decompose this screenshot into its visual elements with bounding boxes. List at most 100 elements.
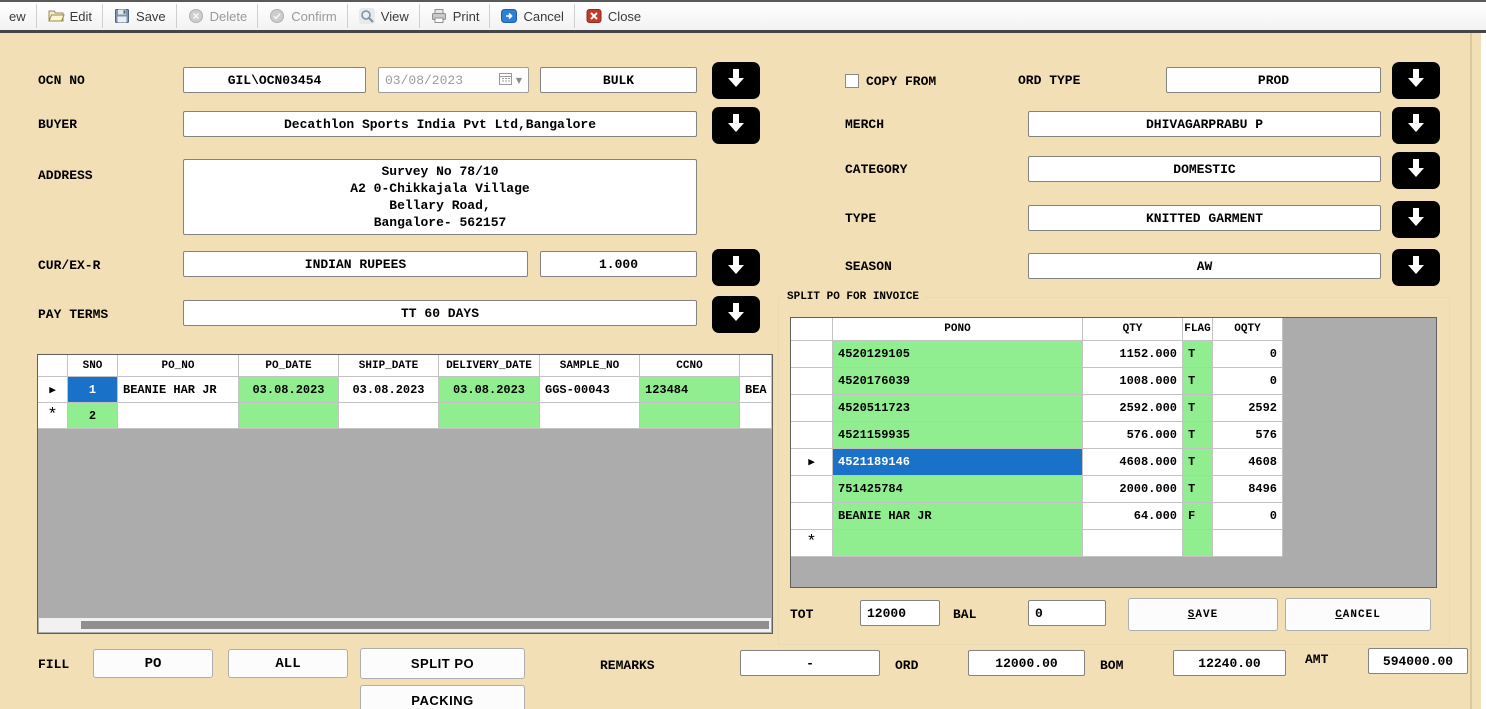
all-button[interactable]: ALL	[228, 649, 348, 678]
split-po-grid-cell-qty[interactable]: 4608.000	[1083, 449, 1183, 476]
split-po-grid-cell-qty[interactable]	[1083, 530, 1183, 557]
currency-input[interactable]: INDIAN RUPEES	[183, 251, 528, 277]
split-po-grid-cell-flag[interactable]	[1183, 530, 1213, 557]
split-po-grid-header-qty[interactable]: QTY	[1083, 318, 1183, 341]
po-grid-hscrollbar[interactable]	[39, 618, 771, 632]
split-po-grid-cell-pono[interactable]: 4520511723	[833, 395, 1083, 422]
split-po-grid-cell-flag[interactable]: T	[1183, 368, 1213, 395]
ord-input[interactable]: 12000.00	[968, 650, 1085, 676]
po-grid-cell-sample_no[interactable]	[540, 403, 640, 429]
type-input[interactable]: KNITTED GARMENT	[1028, 205, 1381, 231]
pay-terms-dropdown-button[interactable]	[712, 296, 760, 333]
split-po-grid-cell-oqty[interactable]: 8496	[1213, 476, 1283, 503]
confirm-button[interactable]: Confirm	[259, 3, 346, 29]
edit-button[interactable]: Edit	[38, 3, 101, 29]
split-po-grid-cell-oqty[interactable]: 4608	[1213, 449, 1283, 476]
split-po-grid-header-oqty[interactable]: OQTY	[1213, 318, 1283, 341]
split-po-grid-cell-selector[interactable]	[791, 422, 833, 449]
split-po-grid-cell-qty[interactable]: 576.000	[1083, 422, 1183, 449]
ord-type-dropdown-button[interactable]	[1392, 62, 1440, 99]
split-po-grid-cell-flag[interactable]: T	[1183, 422, 1213, 449]
po-grid-header-sample_no[interactable]: SAMPLE_NO	[540, 355, 640, 377]
split-po-grid-cell-flag[interactable]: F	[1183, 503, 1213, 530]
split-po-grid-cell-oqty[interactable]: 0	[1213, 503, 1283, 530]
buyer-dropdown-button[interactable]	[712, 107, 760, 144]
split-po-grid-header-pono[interactable]: PONO	[833, 318, 1083, 341]
po-grid-header-po_date[interactable]: PO_DATE	[239, 355, 339, 377]
view-button[interactable]: View	[349, 3, 418, 29]
close-button[interactable]: Close	[576, 3, 650, 29]
split-po-grid-cell-pono[interactable]: 751425784	[833, 476, 1083, 503]
print-button[interactable]: Print	[421, 3, 489, 29]
split-po-grid-cell-qty[interactable]: 2000.000	[1083, 476, 1183, 503]
split-po-grid-header-flag[interactable]: FLAG	[1183, 318, 1213, 341]
chevron-down-icon[interactable]: ▼	[516, 76, 522, 85]
split-po-grid-cell-qty[interactable]: 2592.000	[1083, 395, 1183, 422]
split-po-grid-cell-flag[interactable]: T	[1183, 395, 1213, 422]
split-po-grid-cell-selector[interactable]	[791, 368, 833, 395]
po-grid-cell-ccno[interactable]	[640, 403, 740, 429]
po-grid-header-sno[interactable]: SNO	[68, 355, 118, 377]
split-po-grid-cell-pono[interactable]: 4520176039	[833, 368, 1083, 395]
type-dropdown-button[interactable]	[1392, 201, 1440, 238]
buyer-input[interactable]: Decathlon Sports India Pvt Ltd,Bangalore	[183, 111, 697, 137]
po-grid-cell-ship_date[interactable]: 03.08.2023	[339, 377, 439, 403]
split-po-grid-cell-pono[interactable]: BEANIE HAR JR	[833, 503, 1083, 530]
split-po-grid-cell-oqty[interactable]	[1213, 530, 1283, 557]
po-grid-cell-selector[interactable]: ▶	[38, 377, 68, 403]
split-po-grid-cell-selector[interactable]	[791, 503, 833, 530]
season-input[interactable]: AW	[1028, 253, 1381, 279]
split-po-grid-cell-pono[interactable]: 4520129105	[833, 341, 1083, 368]
ocn-date-picker[interactable]: 03/08/2023 ▼	[378, 67, 529, 93]
remarks-input[interactable]: -	[740, 650, 880, 676]
pay-terms-input[interactable]: TT 60 DAYS	[183, 300, 697, 326]
po-grid-cell-delivery_date[interactable]	[439, 403, 540, 429]
po-grid-header-extra[interactable]	[740, 355, 772, 377]
ocn-no-dropdown-button[interactable]	[712, 62, 760, 99]
split-po-grid-cell-selector[interactable]: ▶	[791, 449, 833, 476]
season-dropdown-button[interactable]	[1392, 249, 1440, 286]
address-input[interactable]: Survey No 78/10 A2 0-Chikkajala Village …	[183, 159, 697, 235]
po-grid-cell-po_date[interactable]	[239, 403, 339, 429]
po-grid-cell-selector[interactable]: *	[38, 403, 68, 429]
delete-button[interactable]: Delete	[178, 3, 257, 29]
split-po-grid-cell-selector[interactable]: *	[791, 530, 833, 557]
split-po-grid-cell-selector[interactable]	[791, 341, 833, 368]
category-input[interactable]: DOMESTIC	[1028, 156, 1381, 182]
po-grid-cell-po_no[interactable]	[118, 403, 239, 429]
bal-input[interactable]: 0	[1028, 600, 1106, 626]
po-grid-header-selector[interactable]	[38, 355, 68, 377]
calendar-icon[interactable]	[499, 72, 512, 89]
split-po-grid-cell-selector[interactable]	[791, 476, 833, 503]
new-button[interactable]: ew	[0, 3, 35, 29]
scrollbar-thumb[interactable]	[81, 621, 769, 629]
split-po-button[interactable]: SPLIT PO	[360, 648, 525, 679]
split-po-grid-cell-flag[interactable]: T	[1183, 476, 1213, 503]
po-grid-header-po_no[interactable]: PO_NO	[118, 355, 239, 377]
cancel-button[interactable]: CANCEL	[1285, 598, 1431, 631]
ord-type-input[interactable]: PROD	[1166, 67, 1381, 93]
save-button[interactable]: SAVE	[1128, 598, 1278, 631]
split-po-grid-cell-flag[interactable]: T	[1183, 341, 1213, 368]
po-grid-header-ship_date[interactable]: SHIP_DATE	[339, 355, 439, 377]
category-dropdown-button[interactable]	[1392, 152, 1440, 189]
split-po-grid-header-selector[interactable]	[791, 318, 833, 341]
merch-input[interactable]: DHIVAGARPRABU P	[1028, 111, 1381, 137]
po-grid-cell-ship_date[interactable]	[339, 403, 439, 429]
po-grid-cell-sno[interactable]: 1	[68, 377, 118, 403]
split-po-grid-cell-oqty[interactable]: 2592	[1213, 395, 1283, 422]
split-po-grid-cell-pono[interactable]	[833, 530, 1083, 557]
amt-input[interactable]: 594000.00	[1368, 648, 1468, 674]
po-grid-cell-extra[interactable]: BEA	[740, 377, 772, 403]
currency-dropdown-button[interactable]	[712, 249, 760, 286]
split-po-grid-cell-oqty[interactable]: 576	[1213, 422, 1283, 449]
copy-from-checkbox[interactable]	[845, 74, 859, 88]
cancel-button[interactable]: Cancel	[491, 3, 572, 29]
split-po-grid-cell-pono[interactable]: 4521189146	[833, 449, 1083, 476]
split-po-grid-cell-qty[interactable]: 1152.000	[1083, 341, 1183, 368]
po-grid-header-ccno[interactable]: CCNO	[640, 355, 740, 377]
po-grid-cell-delivery_date[interactable]: 03.08.2023	[439, 377, 540, 403]
ocn-no-input[interactable]: GIL\OCN03454	[183, 67, 366, 93]
split-po-grid-cell-oqty[interactable]: 0	[1213, 341, 1283, 368]
po-grid-cell-sample_no[interactable]: GGS-00043	[540, 377, 640, 403]
